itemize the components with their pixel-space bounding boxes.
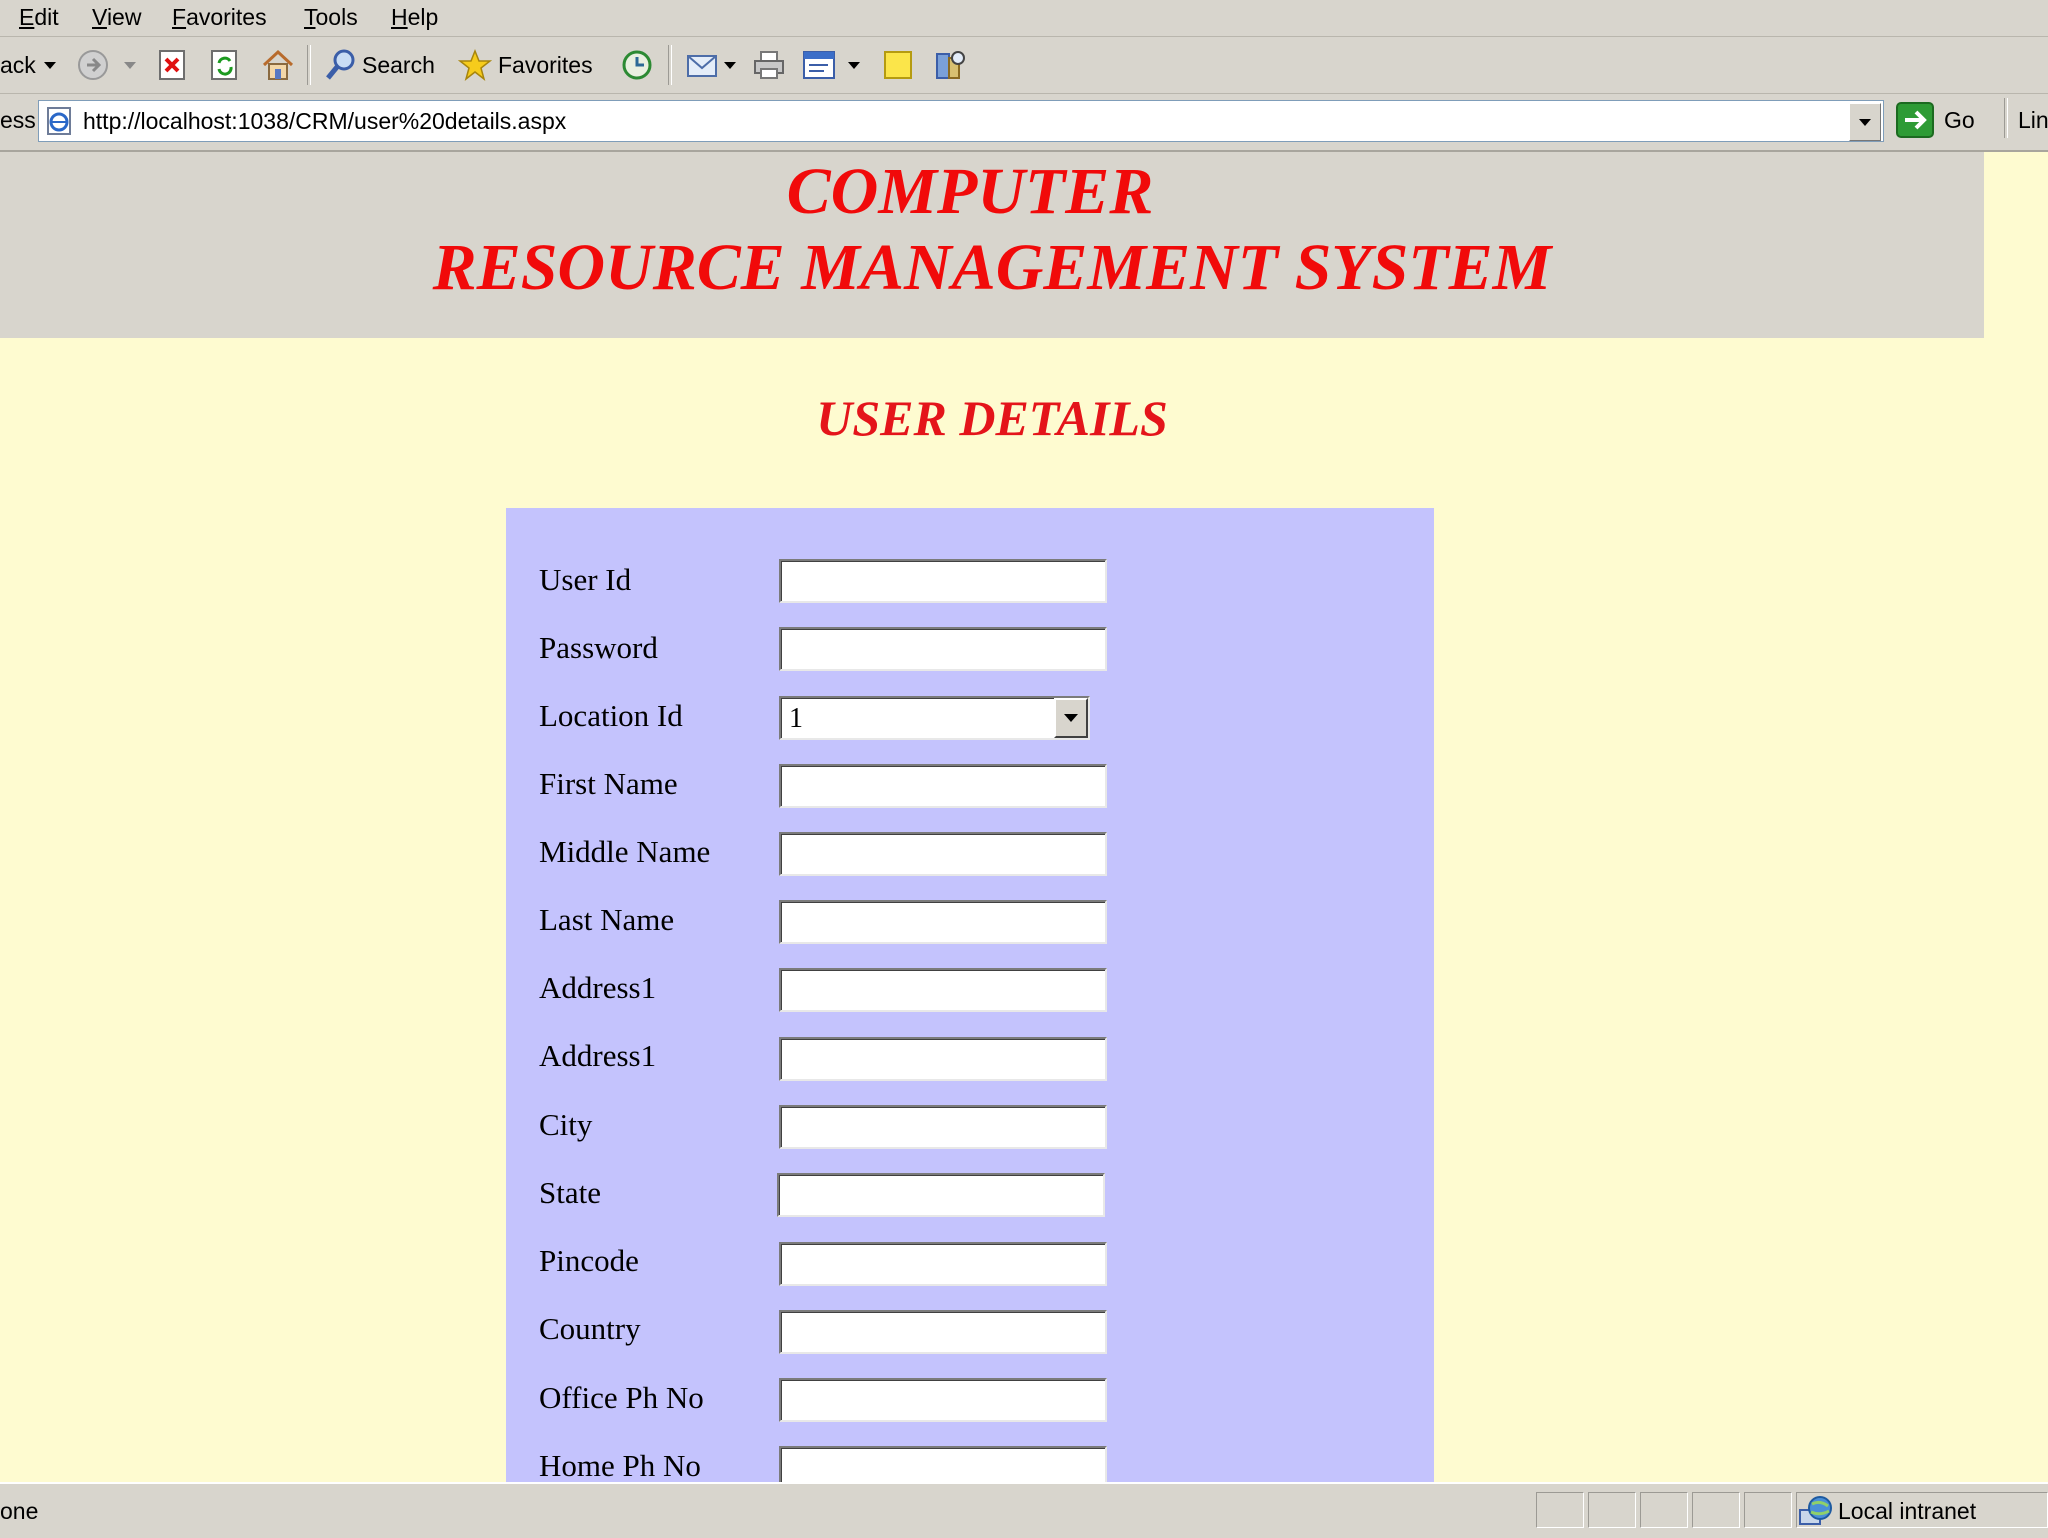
menu-help[interactable]: Help <box>391 2 438 32</box>
mail-icon <box>687 55 717 77</box>
favorites-label: Favorites <box>498 51 593 78</box>
address-label: ess <box>0 107 36 133</box>
address2-input[interactable] <box>779 1037 1107 1081</box>
forward-button[interactable] <box>76 43 136 87</box>
go-label: Go <box>1944 106 1975 133</box>
location-id-dropdown-button[interactable] <box>1054 698 1088 738</box>
last-name-label: Last Name <box>539 902 675 937</box>
middle-name-input[interactable] <box>779 832 1107 876</box>
password-input[interactable] <box>779 627 1107 671</box>
menu-edit[interactable]: Edit <box>19 2 59 32</box>
history-icon <box>622 50 652 80</box>
back-dropdown-icon[interactable] <box>43 61 56 69</box>
stop-icon <box>159 50 185 80</box>
first-name-input[interactable] <box>779 764 1107 808</box>
back-button[interactable]: ack <box>0 43 56 87</box>
mail-dropdown-icon[interactable] <box>724 61 736 69</box>
menu-tools[interactable]: Tools <box>304 2 358 32</box>
address1-label: Address1 <box>539 970 657 1005</box>
office-phone-label: Office Ph No <box>539 1380 704 1415</box>
address1-input[interactable] <box>779 968 1107 1012</box>
go-arrow-icon <box>1896 102 1934 138</box>
pincode-label: Pincode <box>539 1243 639 1278</box>
star-icon <box>458 48 492 81</box>
office-phone-input[interactable] <box>779 1378 1107 1422</box>
search-button[interactable]: Search <box>324 43 435 87</box>
address-dropdown-button[interactable] <box>1849 103 1881 141</box>
discuss-button[interactable] <box>883 43 915 87</box>
city-input[interactable] <box>779 1105 1107 1149</box>
chevron-down-icon <box>1859 118 1871 126</box>
user-id-label: User Id <box>539 562 632 597</box>
banner-title-line2: RESOURCE MANAGEMENT SYSTEM <box>432 231 1552 304</box>
location-id-select[interactable]: 1 <box>779 696 1090 740</box>
state-label: State <box>539 1175 601 1210</box>
banner: COMPUTER RESOURCE MANAGEMENT SYSTEM <box>0 152 1984 338</box>
country-input[interactable] <box>779 1310 1107 1354</box>
middle-name-label: Middle Name <box>539 834 711 869</box>
history-button[interactable] <box>619 43 655 87</box>
mail-button[interactable] <box>686 43 736 87</box>
status-bar: one Local intranet <box>0 1482 2048 1538</box>
menu-favorites[interactable]: Favorites <box>172 2 267 32</box>
print-button[interactable] <box>752 43 786 87</box>
zone-label: Local intranet <box>1838 1498 1977 1524</box>
note-icon <box>884 51 912 79</box>
toolbar: ack Search Favorites <box>0 37 2048 94</box>
forward-dropdown-icon[interactable] <box>124 61 136 69</box>
state-input[interactable] <box>777 1173 1105 1217</box>
search-label: Search <box>362 51 435 78</box>
pincode-input[interactable] <box>779 1242 1107 1286</box>
home-phone-label: Home Ph No <box>539 1448 701 1483</box>
location-id-value: 1 <box>789 703 803 734</box>
status-pane <box>1744 1492 1792 1528</box>
research-icon <box>936 51 965 79</box>
address2-label: Address1 <box>539 1038 657 1073</box>
research-button[interactable] <box>934 43 970 87</box>
status-text: one <box>0 1498 39 1524</box>
chevron-down-icon <box>1064 714 1078 722</box>
city-label: City <box>539 1107 593 1142</box>
go-button[interactable]: Go <box>1896 100 1975 140</box>
edit-page-icon <box>803 51 835 79</box>
forward-icon <box>78 50 108 80</box>
last-name-input[interactable] <box>779 900 1107 944</box>
intranet-globe-icon <box>1799 1496 1832 1525</box>
favorites-button[interactable]: Favorites <box>458 43 593 87</box>
address-input[interactable]: http://localhost:1038/CRM/user%20details… <box>38 100 1884 142</box>
menu-view[interactable]: View <box>92 2 141 32</box>
status-pane <box>1640 1492 1688 1528</box>
stop-button[interactable] <box>158 43 188 87</box>
search-icon <box>326 49 355 80</box>
status-pane <box>1588 1492 1636 1528</box>
first-name-label: First Name <box>539 766 678 801</box>
refresh-button[interactable] <box>210 43 240 87</box>
address-bar: ess http://localhost:1038/CRM/user%20det… <box>0 94 2048 152</box>
user-id-input[interactable] <box>779 559 1107 603</box>
print-icon <box>754 51 784 79</box>
back-label: ack <box>0 51 36 78</box>
refresh-icon <box>211 50 237 80</box>
edit-dropdown-icon[interactable] <box>848 61 860 69</box>
page-title: USER DETAILS <box>816 390 1168 446</box>
ie-page-icon <box>47 107 71 135</box>
user-details-form: User Id Password Location Id 1 First Nam… <box>506 508 1434 1490</box>
status-pane <box>1536 1492 1584 1528</box>
country-label: Country <box>539 1311 641 1346</box>
location-id-label: Location Id <box>539 698 683 733</box>
home-icon <box>262 49 294 80</box>
menu-bar: Edit View Favorites Tools Help <box>0 0 2048 37</box>
address-url-text: http://localhost:1038/CRM/user%20details… <box>83 108 567 134</box>
password-label: Password <box>539 630 658 665</box>
banner-title-line1: COMPUTER <box>786 155 1154 228</box>
status-pane <box>1692 1492 1740 1528</box>
links-button[interactable]: Lin <box>2018 102 2048 138</box>
home-button[interactable] <box>260 43 296 87</box>
edit-button[interactable] <box>802 43 860 87</box>
